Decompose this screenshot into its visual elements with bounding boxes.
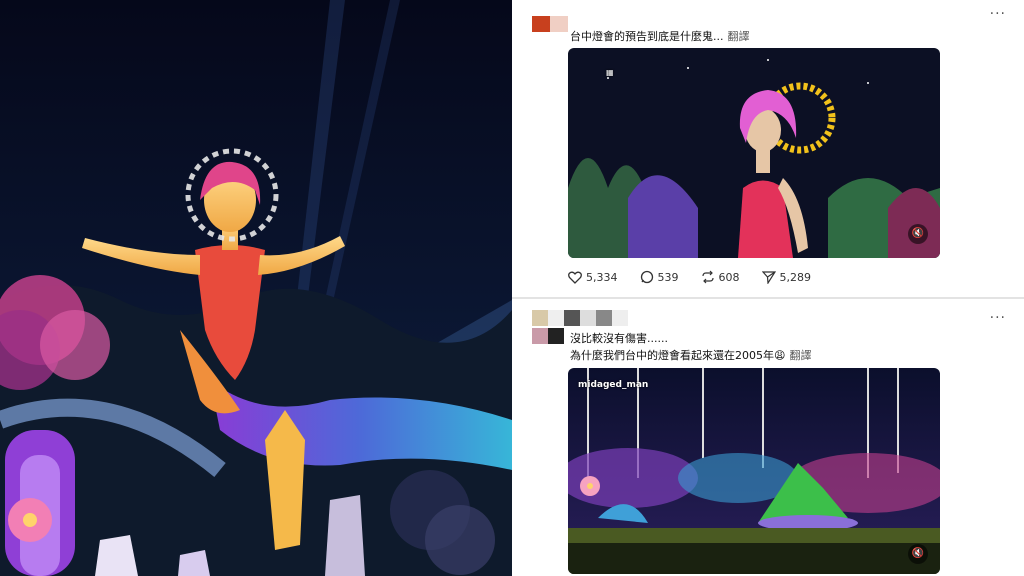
comment-count: 539: [657, 270, 679, 284]
post2-line1: 沒比較沒有傷害......: [570, 332, 668, 345]
post1-caption: 台中燈會的預告到底是什麼鬼...: [570, 30, 724, 43]
post-divider: [512, 297, 1024, 299]
post2-watermark: midaged_man: [578, 380, 649, 390]
lantern-scene: [0, 0, 512, 576]
post1-actions: 5,334 539 608 5,289: [568, 270, 833, 284]
post2-caption: 為什麼我們台中的燈會看起來還在2005年😩: [570, 349, 786, 362]
post1-channel-logo: ▦: [606, 68, 614, 77]
post2-avatar-censored[interactable]: [532, 310, 628, 326]
post1-mute-icon[interactable]: 🔇: [908, 224, 928, 244]
lantern-photo: [0, 0, 512, 576]
post2-mute-icon[interactable]: 🔇: [908, 544, 928, 564]
comment-button[interactable]: 539: [640, 270, 679, 284]
post2-translate-link[interactable]: 翻譯: [789, 349, 811, 362]
post1-avatar-censored[interactable]: [532, 16, 568, 32]
repost-icon: [701, 270, 714, 284]
like-button[interactable]: 5,334: [568, 270, 618, 284]
post2-line2: 為什麼我們台中的燈會看起來還在2005年😩 翻譯: [570, 347, 811, 363]
post1-video[interactable]: ▦ 🔇: [568, 48, 940, 258]
post2-video[interactable]: midaged_man 🔇: [568, 368, 940, 574]
like-count: 5,334: [586, 270, 618, 284]
share-count: 5,289: [779, 270, 812, 284]
heart-icon: [568, 271, 582, 284]
share-button[interactable]: 5,289: [761, 270, 812, 284]
send-icon: [761, 271, 776, 284]
post1-video-frame: [568, 48, 940, 258]
post2-video-frame: [568, 368, 940, 574]
post2-avatar-censored-2: [532, 328, 564, 344]
repost-button[interactable]: 608: [701, 270, 740, 284]
comment-icon: [640, 270, 653, 284]
post1-more-button[interactable]: ···: [990, 6, 1006, 22]
post1-translate-link[interactable]: 翻譯: [728, 30, 750, 43]
post2-more-button[interactable]: ···: [990, 310, 1006, 326]
post1-text: 台中燈會的預告到底是什麼鬼... 翻譯: [570, 28, 750, 44]
repost-count: 608: [718, 270, 740, 284]
